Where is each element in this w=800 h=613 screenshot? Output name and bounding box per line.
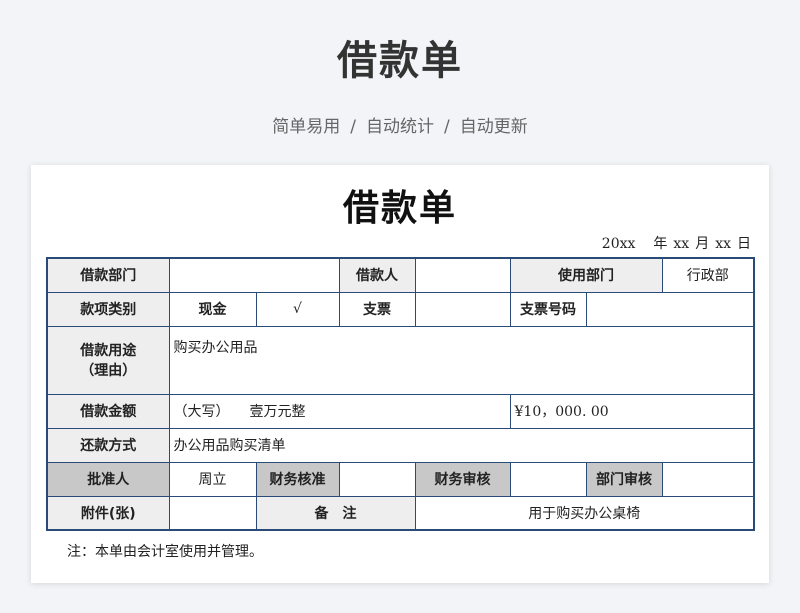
cash-label: 现金 xyxy=(168,291,257,327)
finance-approve-value[interactable] xyxy=(338,461,416,497)
borrower-value[interactable] xyxy=(414,257,511,293)
form-note: 注：本单由会计室使用并管理。 xyxy=(67,544,263,560)
approver-label: 批准人 xyxy=(46,461,170,497)
tag-separator: / xyxy=(444,117,450,137)
amount-capital-value: 壹万元整 xyxy=(249,404,306,420)
attach-label: 附件(张) xyxy=(46,495,170,531)
form-date: 20xx 年 xx 月 xx 日 xyxy=(596,233,751,253)
dept-label: 借款部门 xyxy=(46,257,170,293)
amount-value[interactable]: ¥10，000. 00 xyxy=(509,393,755,429)
row-amount: 借款金额 （大写） 壹万元整 ¥10，000. 00 xyxy=(46,393,755,429)
dept-review-value[interactable] xyxy=(661,461,755,497)
purpose-label-main: 借款用途 xyxy=(80,343,137,359)
check-number-label: 支票号码 xyxy=(509,291,587,327)
check-label: 支票 xyxy=(338,291,416,327)
row-purpose: 借款用途 （理由） 购买办公用品 xyxy=(46,325,755,395)
repay-label: 还款方式 xyxy=(46,427,170,463)
row-approvals: 批准人 周立 财务核准 财务审核 部门审核 xyxy=(46,461,755,497)
row-payment-type: 款项类别 现金 √ 支票 支票号码 xyxy=(46,291,755,327)
dept-review-label: 部门审核 xyxy=(585,461,663,497)
amount-capital-label: （大写） xyxy=(173,404,230,420)
date-year-unit: 年 xyxy=(653,236,668,252)
tag-easy: 简单易用 xyxy=(272,117,341,137)
date-day-unit: 日 xyxy=(737,236,751,252)
loan-form-table: 借款部门 借款人 使用部门 行政部 款项类别 现金 √ 支票 支票号码 借款用途… xyxy=(46,257,755,531)
remark-value[interactable]: 用于购买办公桌椅 xyxy=(414,495,755,531)
form-preview-card: 借款单 20xx 年 xx 月 xx 日 借款部门 借款人 使用部门 行政部 款项类别 现… xyxy=(31,165,769,583)
feature-tagline: 简单易用 / 自动统计 / 自动更新 xyxy=(0,112,800,137)
page-title: 借款单 xyxy=(337,38,463,84)
type-label: 款项类别 xyxy=(46,291,170,327)
date-day: xx xyxy=(715,236,731,252)
borrower-label: 借款人 xyxy=(338,257,416,293)
remark-label: 备 注 xyxy=(255,495,416,531)
dept-value[interactable] xyxy=(168,257,340,293)
finance-review-value[interactable] xyxy=(509,461,587,497)
tag-auto-update: 自动更新 xyxy=(459,117,528,137)
finance-review-label: 财务审核 xyxy=(414,461,511,497)
cash-checkmark[interactable]: √ xyxy=(255,291,340,327)
row-attachments: 附件(张) 备 注 用于购买办公桌椅 xyxy=(46,495,755,531)
purpose-value[interactable]: 购买办公用品 xyxy=(168,325,755,395)
attach-value[interactable] xyxy=(168,495,257,531)
row-repayment: 还款方式 办公用品购买清单 xyxy=(46,427,755,463)
approver-value[interactable]: 周立 xyxy=(168,461,257,497)
purpose-label-sub: （理由） xyxy=(80,363,137,379)
use-dept-label: 使用部门 xyxy=(509,257,663,293)
date-year: 20xx xyxy=(601,236,636,252)
form-title: 借款单 xyxy=(342,187,457,229)
amount-capital[interactable]: （大写） 壹万元整 xyxy=(168,393,511,429)
date-month: xx xyxy=(673,236,690,252)
repay-value[interactable]: 办公用品购买清单 xyxy=(168,427,755,463)
purpose-label: 借款用途 （理由） xyxy=(46,325,170,395)
check-number-value[interactable] xyxy=(585,291,755,327)
amount-label: 借款金额 xyxy=(46,393,170,429)
row-department: 借款部门 借款人 使用部门 行政部 xyxy=(46,257,755,293)
date-month-unit: 月 xyxy=(695,236,710,252)
finance-approve-label: 财务核准 xyxy=(255,461,340,497)
tag-separator: / xyxy=(350,117,356,137)
tag-auto-stats: 自动统计 xyxy=(366,117,434,137)
use-dept-value[interactable]: 行政部 xyxy=(661,257,755,293)
check-value[interactable] xyxy=(414,291,511,327)
